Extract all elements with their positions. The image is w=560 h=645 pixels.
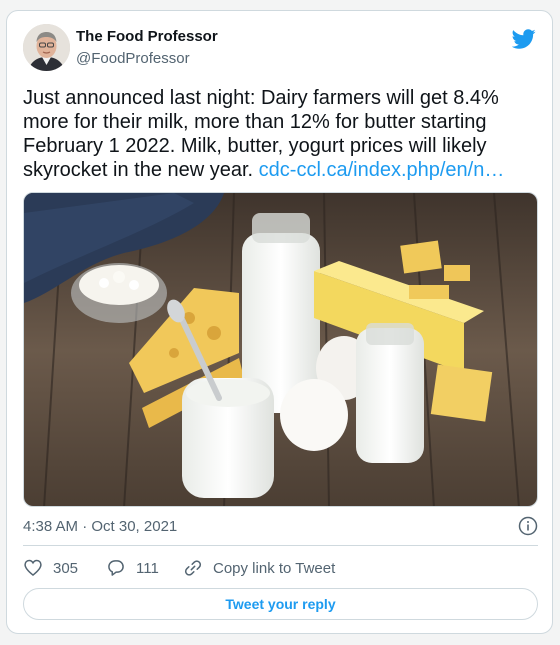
copy-link-button[interactable]: Copy link to Tweet bbox=[183, 557, 335, 579]
author-handle[interactable]: @FoodProfessor bbox=[76, 50, 190, 67]
info-icon[interactable] bbox=[518, 516, 538, 536]
heart-icon bbox=[24, 559, 42, 577]
copy-link-label: Copy link to Tweet bbox=[213, 559, 336, 577]
dairy-photo bbox=[24, 193, 537, 506]
tweet-meta: 4:38 AM · Oct 30, 2021 bbox=[23, 516, 538, 536]
author-name[interactable]: The Food Professor bbox=[76, 28, 218, 45]
tweet-timestamp[interactable]: 4:38 AM · Oct 30, 2021 bbox=[23, 518, 177, 535]
tweet-image-dairy-products[interactable] bbox=[23, 192, 538, 507]
reply-icon bbox=[108, 560, 124, 576]
like-button[interactable]: 305 bbox=[23, 557, 78, 579]
avatar-portrait bbox=[23, 24, 70, 71]
tweet-text: Just announced last night: Dairy farmers… bbox=[23, 86, 523, 182]
reply-count: 111 bbox=[136, 559, 159, 577]
tweet-card: The Food Professor @FoodProfessor Just a… bbox=[6, 10, 553, 634]
tweet-reply-button[interactable]: Tweet your reply bbox=[23, 588, 538, 620]
tweet-actions: 305 111 Copy link to Tweet bbox=[23, 557, 538, 579]
tweet-link[interactable]: cdc-ccl.ca/index.php/en/n… bbox=[259, 159, 505, 181]
twitter-bird-icon[interactable] bbox=[512, 27, 536, 51]
like-count: 305 bbox=[53, 559, 79, 577]
divider bbox=[23, 545, 538, 546]
avatar[interactable] bbox=[23, 24, 70, 71]
link-icon bbox=[184, 560, 202, 576]
reply-count-button[interactable]: 111 bbox=[106, 557, 159, 579]
